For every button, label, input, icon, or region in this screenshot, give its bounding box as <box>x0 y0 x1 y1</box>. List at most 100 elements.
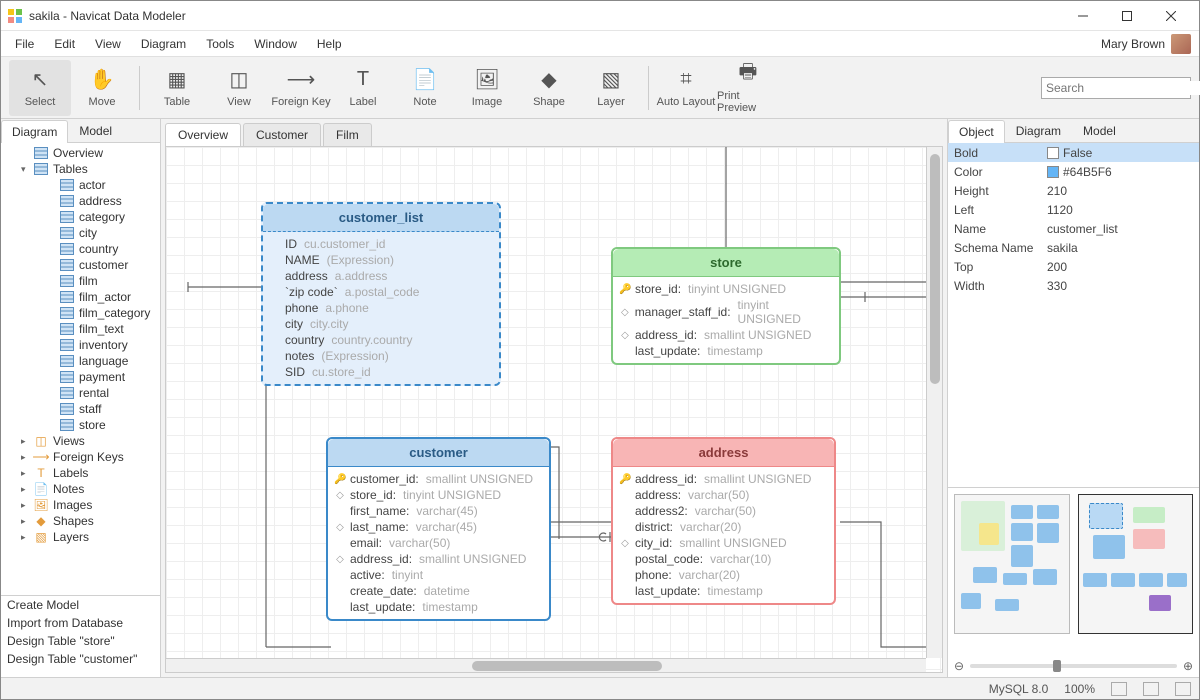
tree-item-foreign-keys[interactable]: ▸⟶Foreign Keys <box>1 449 160 465</box>
tree-item-notes[interactable]: ▸📄Notes <box>1 481 160 497</box>
tool-layer[interactable]: ▧Layer <box>580 60 642 116</box>
history-panel[interactable]: Create ModelImport from DatabaseDesign T… <box>1 595 160 677</box>
layout-icon-1[interactable] <box>1111 682 1127 696</box>
tool-move[interactable]: ✋Move <box>71 60 133 116</box>
tree-item-film_category[interactable]: film_category <box>1 305 160 321</box>
tree-item-customer[interactable]: customer <box>1 257 160 273</box>
tree-icon: 📄 <box>33 482 49 496</box>
entity-customer-list[interactable]: customer_list IDcu.customer_idNAME(Expre… <box>261 202 501 386</box>
tree-icon <box>59 226 75 240</box>
column-row: last_update:timestamp <box>619 583 828 599</box>
canvas-tabs: OverviewCustomerFilm <box>161 119 947 146</box>
property-grid[interactable]: BoldFalseColor#64B5F6Height210Left1120Na… <box>948 143 1199 295</box>
diamond-icon: ◇ <box>619 330 631 341</box>
right-tab-object[interactable]: Object <box>948 120 1005 143</box>
close-button[interactable] <box>1149 2 1193 30</box>
minimize-button[interactable] <box>1061 2 1105 30</box>
horizontal-scrollbar[interactable] <box>166 658 926 672</box>
history-item[interactable]: Design Table "store" <box>1 632 160 650</box>
menu-tools[interactable]: Tools <box>196 34 244 54</box>
menu-diagram[interactable]: Diagram <box>131 34 196 54</box>
menu-file[interactable]: File <box>5 34 44 54</box>
menu-help[interactable]: Help <box>307 34 352 54</box>
tree-item-language[interactable]: language <box>1 353 160 369</box>
entity-address[interactable]: address 🔑address_id:smallint UNSIGNEDadd… <box>611 437 836 605</box>
tool-select[interactable]: ↖Select <box>9 60 71 116</box>
menu-view[interactable]: View <box>85 34 131 54</box>
right-tab-diagram[interactable]: Diagram <box>1005 119 1072 142</box>
property-color[interactable]: Color#64B5F6 <box>948 162 1199 181</box>
diagram-canvas[interactable]: customer_list IDcu.customer_idNAME(Expre… <box>166 147 942 672</box>
entity-title: customer_list <box>263 204 499 232</box>
property-width[interactable]: Width330 <box>948 276 1199 295</box>
tree-item-overview[interactable]: Overview <box>1 145 160 161</box>
tree-item-payment[interactable]: payment <box>1 369 160 385</box>
tool-note[interactable]: 📄Note <box>394 60 456 116</box>
zoom-in-icon[interactable]: ⊕ <box>1183 659 1193 673</box>
tree-item-store[interactable]: store <box>1 417 160 433</box>
user-info[interactable]: Mary Brown <box>1101 34 1195 54</box>
layout-icon-3[interactable] <box>1175 682 1191 696</box>
tree-item-address[interactable]: address <box>1 193 160 209</box>
tree-item-images[interactable]: ▸🖼Images <box>1 497 160 513</box>
canvas-tab-film[interactable]: Film <box>323 123 372 146</box>
maximize-button[interactable] <box>1105 2 1149 30</box>
history-item[interactable]: Design Table "customer" <box>1 650 160 668</box>
tool-view[interactable]: ◫View <box>208 60 270 116</box>
tree-item-tables[interactable]: ▾Tables <box>1 161 160 177</box>
tree-item-film[interactable]: film <box>1 273 160 289</box>
column-row: 🔑store_id:tinyint UNSIGNED <box>619 281 833 297</box>
property-left[interactable]: Left1120 <box>948 200 1199 219</box>
property-name[interactable]: Namecustomer_list <box>948 219 1199 238</box>
right-tab-model[interactable]: Model <box>1072 119 1127 142</box>
history-item[interactable]: Create Model <box>1 596 160 614</box>
tool-printpreview[interactable]: 🖶Print Preview <box>717 60 779 116</box>
tree-item-staff[interactable]: staff <box>1 401 160 417</box>
tree-item-inventory[interactable]: inventory <box>1 337 160 353</box>
menu-window[interactable]: Window <box>244 34 307 54</box>
tool-image[interactable]: 🖼Image <box>456 60 518 116</box>
layout-icon-2[interactable] <box>1143 682 1159 696</box>
tool-autolayout[interactable]: ⌗Auto Layout <box>655 60 717 116</box>
tool-table[interactable]: ▦Table <box>146 60 208 116</box>
column-row: addressa.address <box>269 268 493 284</box>
tree-item-labels[interactable]: ▸TLabels <box>1 465 160 481</box>
user-name: Mary Brown <box>1101 37 1165 51</box>
tree-item-layers[interactable]: ▸▧Layers <box>1 529 160 545</box>
tool-label[interactable]: TLabel <box>332 60 394 116</box>
tool-shape[interactable]: ◆Shape <box>518 60 580 116</box>
menu-edit[interactable]: Edit <box>44 34 85 54</box>
tree-item-film_text[interactable]: film_text <box>1 321 160 337</box>
status-zoom: 100% <box>1064 682 1095 696</box>
tree-item-rental[interactable]: rental <box>1 385 160 401</box>
vertical-scrollbar[interactable] <box>926 147 942 658</box>
tree-item-country[interactable]: country <box>1 241 160 257</box>
tool-foreignkey[interactable]: ⟶Foreign Key <box>270 60 332 116</box>
search-box[interactable]: 🔍 <box>1041 77 1191 99</box>
entity-customer[interactable]: customer 🔑customer_id:smallint UNSIGNED◇… <box>326 437 551 621</box>
canvas-tab-customer[interactable]: Customer <box>243 123 321 146</box>
tree-item-views[interactable]: ▸◫Views <box>1 433 160 449</box>
tree-view[interactable]: Overview▾Tablesactoraddresscategorycityc… <box>1 143 160 595</box>
tree-item-category[interactable]: category <box>1 209 160 225</box>
zoom-out-icon[interactable]: ⊖ <box>954 659 964 673</box>
status-db: MySQL 8.0 <box>989 682 1049 696</box>
tree-item-film_actor[interactable]: film_actor <box>1 289 160 305</box>
zoom-slider[interactable]: ⊖ ⊕ <box>954 659 1193 673</box>
property-bold[interactable]: BoldFalse <box>948 143 1199 162</box>
sidebar-tab-diagram[interactable]: Diagram <box>1 120 68 143</box>
search-input[interactable] <box>1046 81 1200 95</box>
tree-item-city[interactable]: city <box>1 225 160 241</box>
tree-item-shapes[interactable]: ▸◆Shapes <box>1 513 160 529</box>
property-schema-name[interactable]: Schema Namesakila <box>948 238 1199 257</box>
canvas-tab-overview[interactable]: Overview <box>165 123 241 146</box>
sidebar-tab-model[interactable]: Model <box>68 119 123 142</box>
property-height[interactable]: Height210 <box>948 181 1199 200</box>
history-item[interactable]: Import from Database <box>1 614 160 632</box>
column-row: NAME(Expression) <box>269 252 493 268</box>
column-row: phonea.phone <box>269 300 493 316</box>
entity-store[interactable]: store 🔑store_id:tinyint UNSIGNED◇manager… <box>611 247 841 365</box>
property-top[interactable]: Top200 <box>948 257 1199 276</box>
tree-item-actor[interactable]: actor <box>1 177 160 193</box>
minimap[interactable]: ⊖ ⊕ <box>948 487 1199 677</box>
